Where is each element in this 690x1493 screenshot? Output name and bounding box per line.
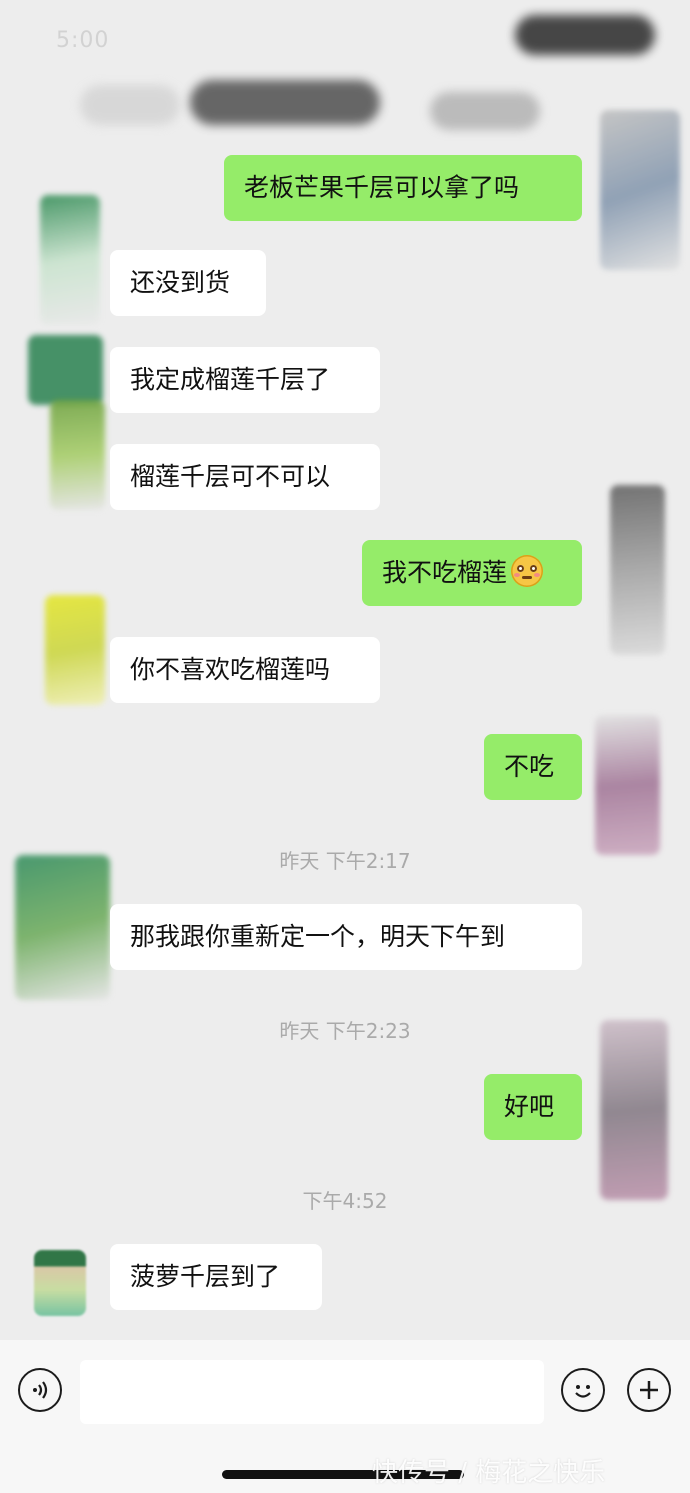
plus-button[interactable] bbox=[627, 1368, 671, 1412]
message-bubble-sent[interactable]: 老板芒果千层可以拿了吗 bbox=[224, 155, 582, 221]
contact-avatar[interactable] bbox=[15, 855, 110, 1000]
voice-button[interactable] bbox=[18, 1368, 62, 1412]
watermark: 快传号 / 梅花之快乐 bbox=[372, 1458, 606, 1488]
message-text: 菠萝千层到了 bbox=[130, 1262, 281, 1291]
message-timestamp: 昨天 下午2:23 bbox=[279, 1019, 411, 1043]
message-text: 榴莲千层可不可以 bbox=[130, 462, 331, 491]
message-text: 老板芒果千层可以拿了吗 bbox=[244, 173, 520, 202]
sender-avatar[interactable] bbox=[610, 485, 665, 655]
contact-avatar[interactable] bbox=[28, 335, 103, 405]
message-bubble-received[interactable]: 菠萝千层到了 bbox=[110, 1244, 322, 1310]
message-timestamp: 昨天 下午2:17 bbox=[279, 849, 411, 873]
flushed-face-emoji-icon bbox=[511, 555, 544, 587]
message-text: 我不吃榴莲 bbox=[382, 558, 508, 587]
message-bubble-received[interactable]: 还没到货 bbox=[110, 250, 266, 316]
voice-icon bbox=[33, 1381, 48, 1399]
contact-avatar[interactable] bbox=[50, 400, 105, 510]
contact-avatar[interactable] bbox=[45, 595, 105, 705]
redacted-header-smudge bbox=[430, 92, 540, 130]
message-bubble-sent[interactable]: 好吧 bbox=[484, 1074, 582, 1140]
message-bubble-sent[interactable]: 我不吃榴莲 bbox=[362, 540, 582, 606]
sender-avatar[interactable] bbox=[595, 715, 660, 855]
contact-avatar[interactable] bbox=[34, 1250, 86, 1316]
contact-avatar[interactable] bbox=[40, 195, 100, 325]
message-timestamp: 下午4:52 bbox=[302, 1189, 388, 1213]
message-text: 还没到货 bbox=[130, 268, 231, 297]
sender-avatar[interactable] bbox=[600, 110, 680, 270]
redacted-header-smudge bbox=[190, 80, 380, 125]
sender-avatar[interactable] bbox=[600, 1020, 668, 1200]
message-text: 那我跟你重新定一个，明天下午到 bbox=[130, 922, 506, 951]
redacted-header-smudge bbox=[515, 15, 655, 55]
message-text: 我定成榴莲千层了 bbox=[130, 365, 331, 394]
redacted-header-smudge bbox=[80, 85, 180, 125]
plus-icon bbox=[640, 1381, 658, 1399]
message-bubble-received[interactable]: 榴莲千层可不可以 bbox=[110, 444, 380, 510]
emoji-icon bbox=[575, 1385, 591, 1398]
message-text: 你不喜欢吃榴莲吗 bbox=[130, 655, 331, 684]
message-bubble-received[interactable]: 那我跟你重新定一个，明天下午到 bbox=[110, 904, 582, 970]
status-time: 5:00 bbox=[56, 28, 110, 53]
emoji-button[interactable] bbox=[561, 1368, 605, 1412]
message-text: 不吃 bbox=[504, 752, 555, 781]
message-input[interactable] bbox=[80, 1360, 544, 1424]
message-bubble-received[interactable]: 你不喜欢吃榴莲吗 bbox=[110, 637, 380, 703]
message-text: 好吧 bbox=[504, 1092, 555, 1121]
message-bubble-received[interactable]: 我定成榴莲千层了 bbox=[110, 347, 380, 413]
message-bubble-sent[interactable]: 不吃 bbox=[484, 734, 582, 800]
